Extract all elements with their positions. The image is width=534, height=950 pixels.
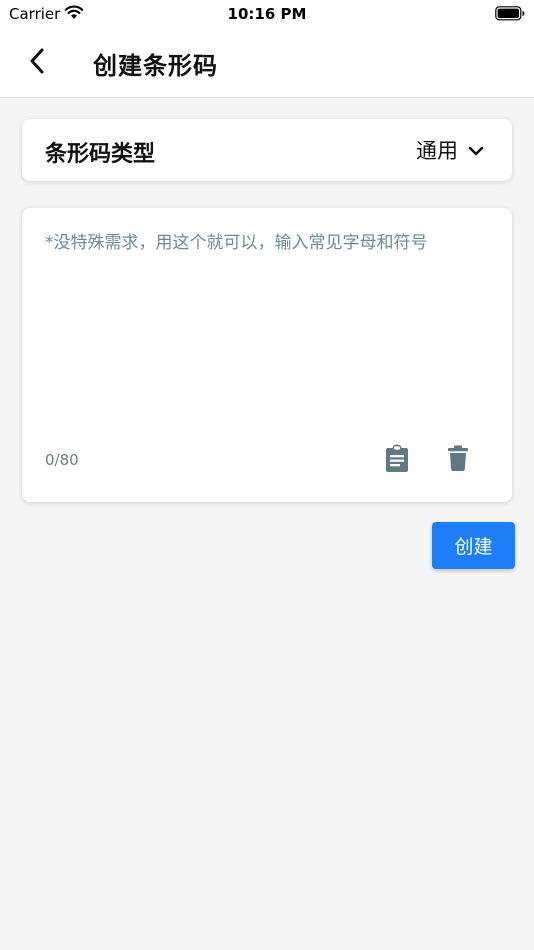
barcode-type-dropdown[interactable]: 通用 [416,134,484,166]
barcode-type-label: 条形码类型 [45,142,156,167]
back-button[interactable] [22,46,52,80]
page-title: 创建条形码 [93,52,218,80]
trash-icon [447,445,469,475]
paste-button[interactable] [382,444,412,476]
character-counter: 0/80 [45,451,79,469]
create-button[interactable]: 创建 [432,522,515,569]
clipboard-icon [385,444,409,476]
battery-full-icon [495,6,525,25]
barcode-type-card: 条形码类型 通用 [22,119,512,181]
chevron-down-icon [468,141,484,160]
navigation-bar: 创建条形码 [0,30,534,98]
barcode-type-value: 通用 [416,139,458,163]
content-input-card: 0/80 [22,208,512,502]
chevron-left-icon [28,47,46,79]
status-bar: Carrier 10:16 PM [0,0,534,30]
clear-button[interactable] [443,444,473,476]
barcode-content-input[interactable] [45,228,495,428]
status-time: 10:16 PM [227,5,307,23]
